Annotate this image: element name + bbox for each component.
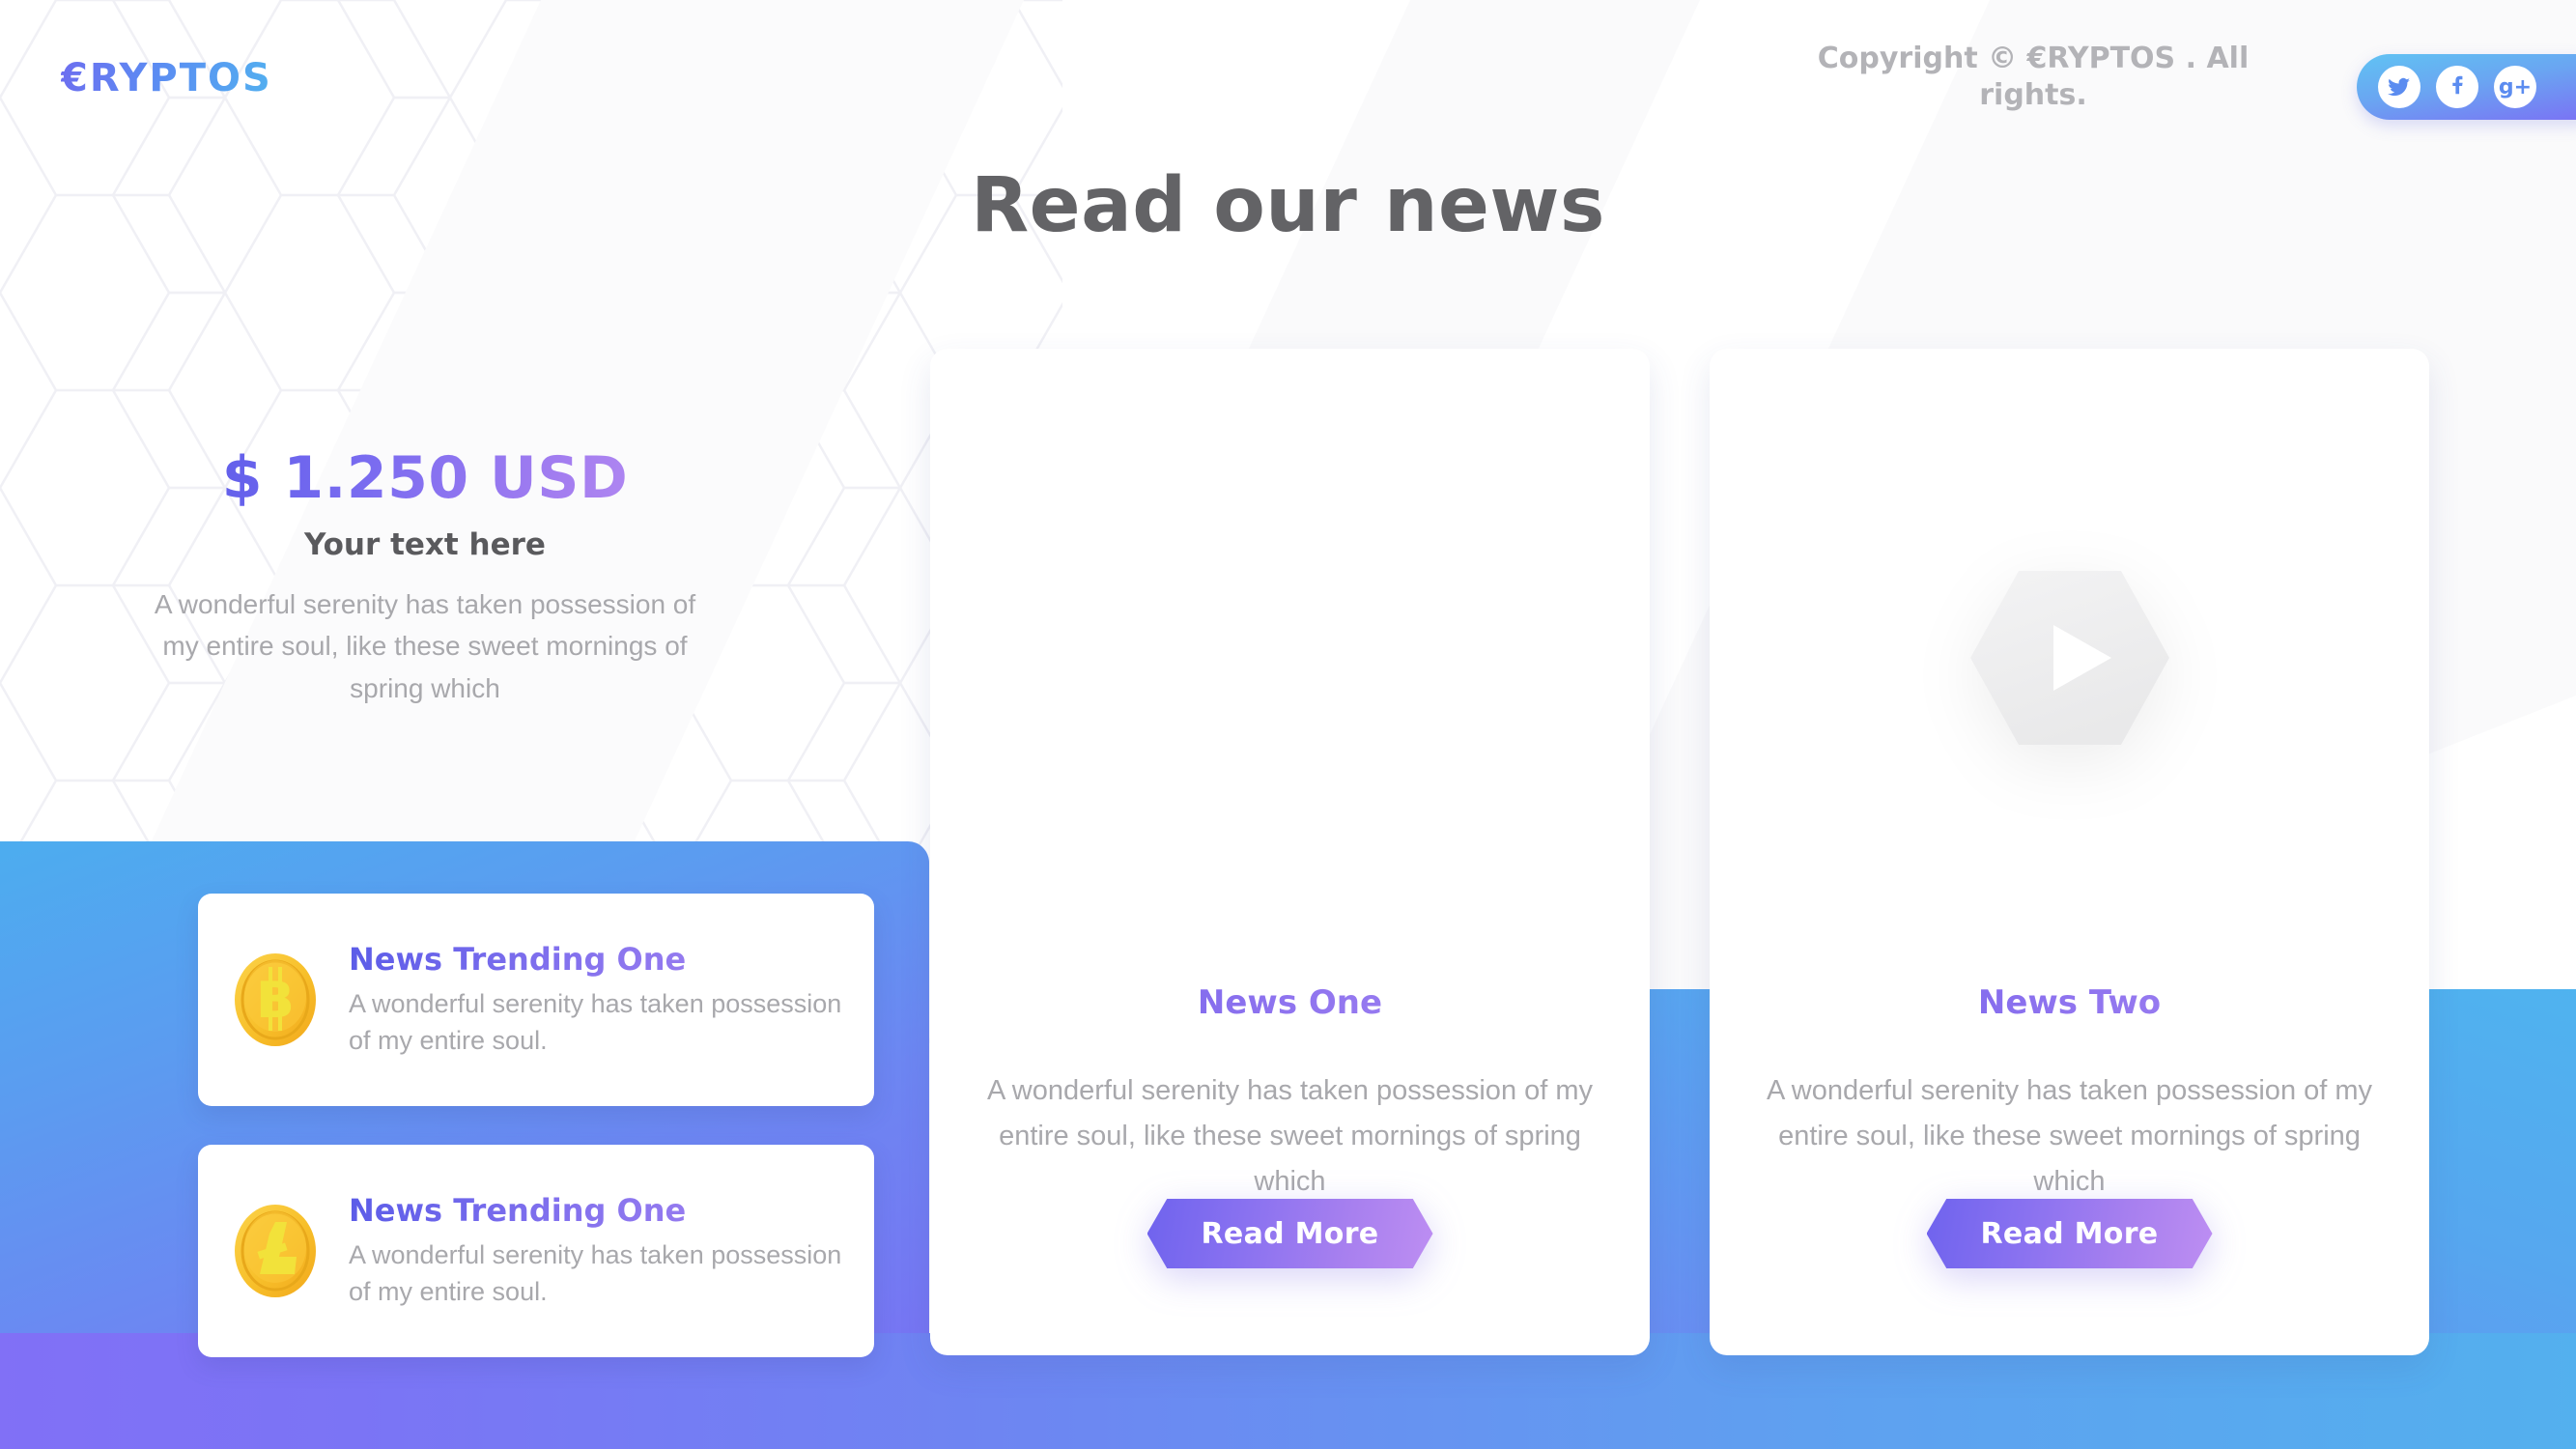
page-root: €RYPTOS Copyright © €RYPTOS . All rights…	[0, 0, 2576, 1449]
news-card-title: News Two	[1710, 983, 2429, 1022]
trending-card-body: A wonderful serenity has taken possessio…	[349, 988, 842, 1055]
price-block: $ 1.250 USD Your text here A wonderful s…	[150, 444, 700, 709]
trending-card-text: News Trending One A wonderful serenity h…	[349, 1192, 845, 1311]
trending-card-title: News Trending One	[349, 941, 845, 978]
trending-card[interactable]: News Trending One A wonderful serenity h…	[198, 1145, 874, 1357]
price-subtitle: Your text here	[304, 527, 546, 562]
read-more-button[interactable]: Read More	[1146, 1199, 1433, 1268]
trending-card-body: A wonderful serenity has taken possessio…	[349, 1239, 842, 1306]
trending-card-text: News Trending One A wonderful serenity h…	[349, 941, 845, 1060]
price-body-text: A wonderful serenity has taken possessio…	[154, 589, 696, 703]
page-title: Read our news	[971, 162, 1605, 249]
copyright-text: Copyright © €RYPTOS . All rights.	[1817, 42, 2250, 113]
hexagon-background-pattern	[0, 0, 1062, 869]
facebook-icon[interactable]	[2436, 66, 2478, 108]
social-links-pill: g+	[2357, 54, 2576, 120]
read-more-button[interactable]: Read More	[1926, 1199, 2213, 1268]
litecoin-coin-icon	[227, 1201, 324, 1301]
google-plus-icon[interactable]: g+	[2494, 66, 2536, 108]
twitter-icon[interactable]	[2378, 66, 2420, 108]
read-more-button-wrap: Read More	[1146, 1199, 1433, 1268]
trending-card-title: News Trending One	[349, 1192, 845, 1229]
read-more-button-wrap: Read More	[1926, 1199, 2213, 1268]
trending-card[interactable]: B News Trending One A wonderful serenity…	[198, 894, 874, 1106]
news-card[interactable]: News One A wonderful serenity has taken …	[930, 349, 1650, 1355]
svg-text:B: B	[256, 972, 295, 1030]
news-card-title: News One	[930, 983, 1650, 1022]
price-value: $ 1.250 USD	[150, 444, 700, 512]
site-logo[interactable]: €RYPTOS	[61, 56, 272, 100]
bitcoin-coin-icon: B	[227, 950, 324, 1050]
news-card[interactable]: News Two A wonderful serenity has taken …	[1710, 349, 2429, 1355]
play-button-icon[interactable]	[1968, 569, 2171, 748]
news-card-body: A wonderful serenity has taken possessio…	[986, 1075, 1594, 1197]
news-card-media	[1710, 349, 2429, 967]
news-card-media	[930, 349, 1650, 967]
news-card-body: A wonderful serenity has taken possessio…	[1766, 1075, 2373, 1197]
